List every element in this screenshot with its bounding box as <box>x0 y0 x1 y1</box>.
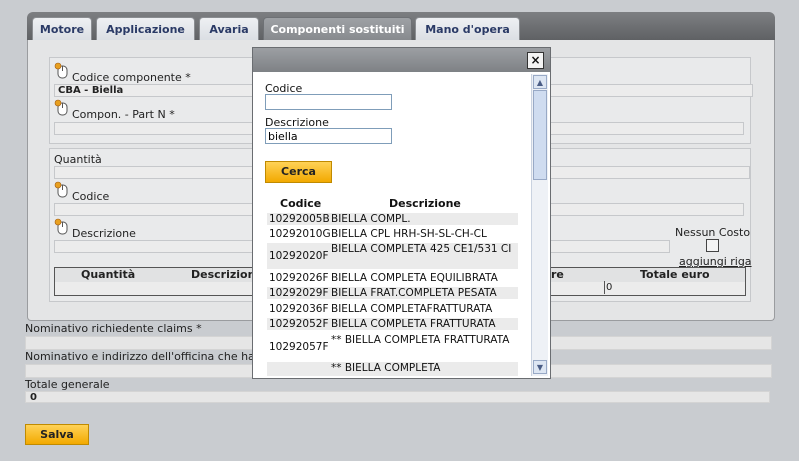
tab-mano-d-opera[interactable]: Mano d'opera <box>415 17 520 42</box>
list-item[interactable]: ** BIELLA COMPLETA <box>267 362 518 376</box>
cerca-button[interactable]: Cerca <box>265 161 332 183</box>
codice-componente-label: Codice componente * <box>72 71 191 84</box>
list-item[interactable]: 10292036F BIELLA COMPLETAFRATTURATA <box>267 303 518 315</box>
list-item[interactable]: 10292052F BIELLA COMPLETA FRATTURATA <box>267 318 518 330</box>
list-item[interactable]: 10292010G BIELLA CPL HRH-SH-SL-CH-CL <box>267 228 518 240</box>
mouse-icon <box>54 218 68 235</box>
quantita-label: Quantità <box>54 153 102 166</box>
dialog-codice-input[interactable] <box>265 94 392 110</box>
mouse-icon <box>54 62 68 79</box>
results-scrollbar[interactable]: ▲ ▼ <box>531 74 548 376</box>
mouse-icon <box>54 99 68 116</box>
mouse-icon <box>54 181 68 198</box>
dialog-titlebar[interactable] <box>253 48 550 72</box>
col-quantita: Quantità <box>81 268 136 281</box>
cell-divider <box>604 281 605 294</box>
list-item[interactable]: 10292057F ** BIELLA COMPLETA FRATTURATA <box>267 334 518 360</box>
results-col-descrizione: Descrizione <box>389 197 461 210</box>
scroll-thumb[interactable] <box>533 90 547 180</box>
list-item[interactable]: 10292005B BIELLA COMPL. <box>267 213 518 225</box>
nominativo-label: Nominativo richiedente claims * <box>25 322 202 335</box>
totale-generale-value: 0 <box>25 391 770 403</box>
col-totale: Totale euro <box>640 268 710 281</box>
codice-label: Codice <box>72 190 110 203</box>
list-item[interactable]: 10292026F BIELLA COMPLETA EQUILIBRATA <box>267 272 518 284</box>
compon-part-label: Compon. - Part N * <box>72 108 175 121</box>
nessun-costo-label: Nessun Costo <box>675 226 751 239</box>
totale-generale-label: Totale generale <box>25 378 110 391</box>
list-item[interactable]: 10292020F BIELLA COMPLETA 425 CE1/531 CI <box>267 243 518 269</box>
nessun-costo-checkbox[interactable] <box>706 239 719 252</box>
tab-componenti-sostituiti[interactable]: Componenti sostituiti <box>263 17 412 42</box>
tab-avaria[interactable]: Avaria <box>199 17 259 42</box>
results-col-codice: Codice <box>280 197 322 210</box>
scroll-down-icon[interactable]: ▼ <box>533 360 547 374</box>
cell-totale-value: 0 <box>606 282 613 293</box>
tab-motore[interactable]: Motore <box>32 17 92 42</box>
scroll-up-icon[interactable]: ▲ <box>533 75 547 89</box>
close-icon[interactable]: × <box>527 52 544 69</box>
list-item[interactable]: 10292029F BIELLA FRAT.COMPLETA PESATA <box>267 287 518 299</box>
tab-applicazione[interactable]: Applicazione <box>96 17 195 42</box>
descrizione-label: Descrizione <box>72 227 136 240</box>
col-re: re <box>551 268 564 281</box>
col-descrizione: Descrizion <box>191 268 256 281</box>
salva-button[interactable]: Salva <box>25 424 89 445</box>
officina-label: Nominativo e indirizzo dell'officina che… <box>25 350 265 363</box>
dialog-descrizione-input[interactable] <box>265 128 392 144</box>
search-dialog: × Codice Descrizione Cerca Codice Descri… <box>252 47 551 379</box>
